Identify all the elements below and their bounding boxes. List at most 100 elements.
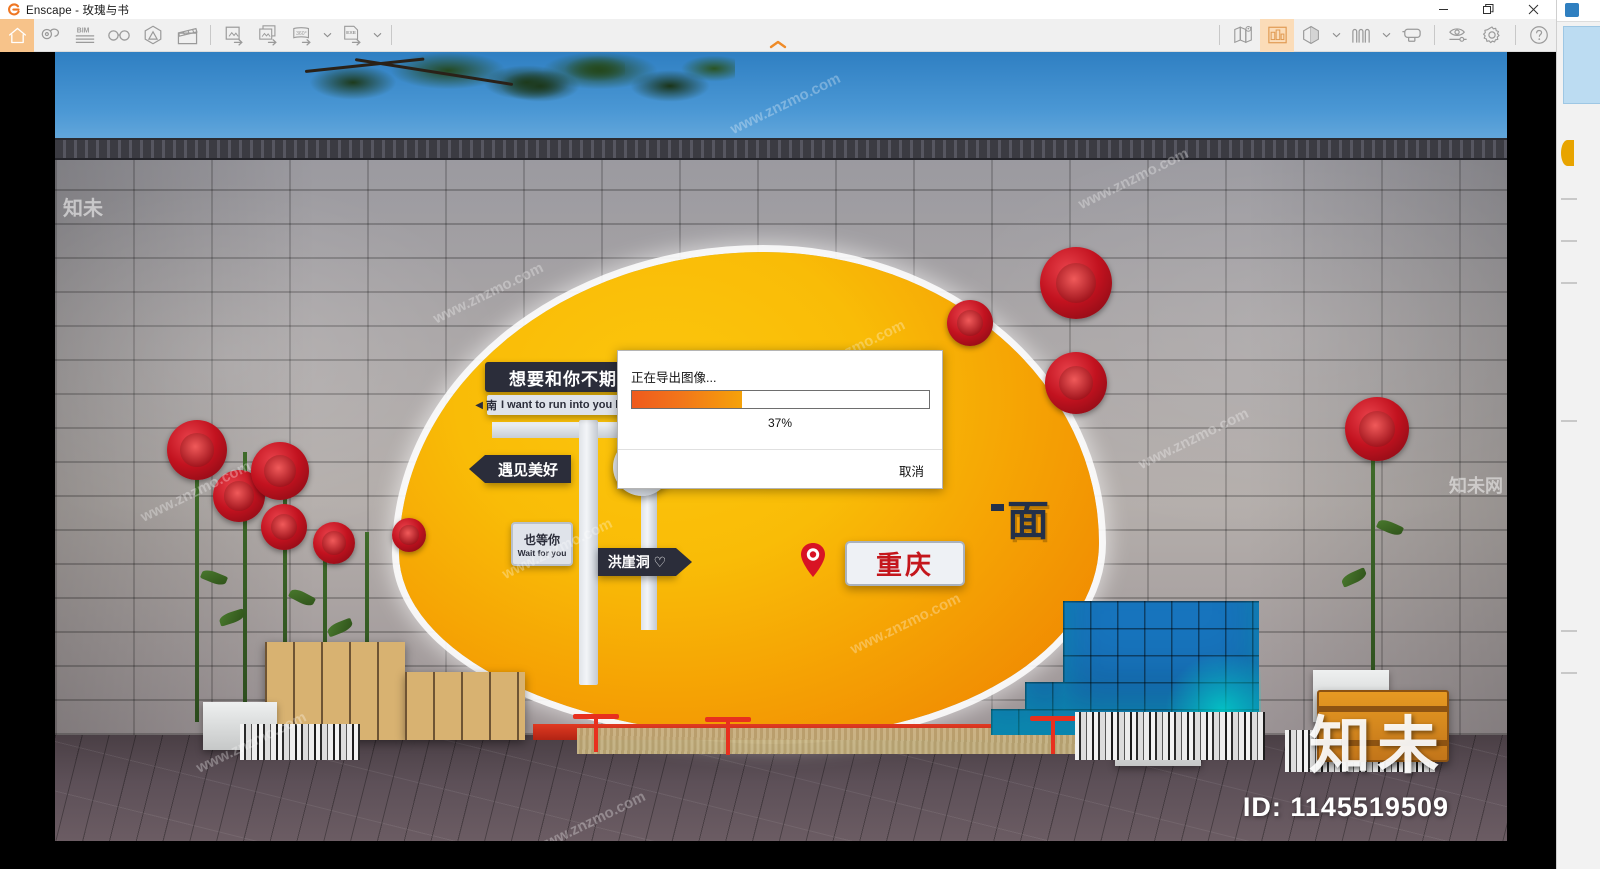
chevron-down-icon (1332, 32, 1340, 38)
rose-flower (313, 522, 355, 564)
export-360-icon: 360° (292, 27, 311, 46)
bim-icon: BIM (75, 27, 95, 43)
toolbar-home-button[interactable] (0, 18, 34, 52)
export-exe-icon: EXE (343, 25, 361, 46)
watermark-id: ID: 1145519509 (1242, 792, 1449, 822)
chevron-up-icon (769, 40, 787, 48)
toolbar-projection-button[interactable] (1344, 19, 1378, 52)
minimize-button[interactable] (1421, 0, 1466, 19)
watermark-brand: 知未 (1308, 712, 1445, 781)
export-image-icon (225, 26, 243, 46)
toolbar-separator (1515, 25, 1516, 45)
home-icon (8, 27, 26, 43)
rose-flower (392, 518, 426, 552)
book-stack (1075, 712, 1265, 760)
rose-flower (251, 442, 309, 500)
blue-tile-block (991, 709, 1027, 735)
vr-headset-icon (1401, 28, 1421, 42)
polygon-gem-icon (144, 25, 162, 45)
restore-icon (1483, 4, 1494, 14)
glasses-icon (108, 30, 130, 41)
signpost-column (579, 420, 598, 685)
help-circle-icon (1530, 26, 1548, 44)
background-window-sliver[interactable] (1556, 0, 1600, 869)
toolbar-bim-button[interactable]: BIM (68, 19, 102, 52)
toolbar-minimap-button[interactable] (1226, 19, 1260, 52)
toolbar-separator (210, 25, 211, 45)
rose-flower (947, 300, 993, 346)
sign-right-arrow: 洪崖洞 ♡ (598, 548, 692, 576)
progress-bar-fill (632, 391, 742, 408)
toolbar-panorama-export-button[interactable]: 360° (285, 19, 319, 52)
arrow-left-icon: ◀ (475, 399, 483, 411)
gear-icon (1482, 26, 1500, 44)
background-window-line (1561, 672, 1577, 674)
clapperboard-icon (177, 27, 198, 44)
background-window-line (1561, 240, 1577, 242)
toolbar-settings-button[interactable] (1475, 19, 1509, 52)
toolbar-separator (391, 25, 392, 45)
sign-wait-en: Wait for you (517, 547, 567, 558)
toolbar-collapse-button[interactable] (764, 37, 792, 51)
sign-wait-box: 也等你 Wait for you (511, 522, 573, 566)
toolbar-batch-export-button[interactable] (251, 19, 285, 52)
blue-tile-block (1025, 682, 1065, 735)
projection-caret[interactable] (1378, 19, 1394, 52)
toolbar-visual-settings-button[interactable] (1260, 18, 1294, 52)
toolbar-view-options-button[interactable] (1441, 19, 1475, 52)
tree-foliage (475, 52, 735, 114)
direction-south: 南 (485, 400, 497, 412)
chevron-down-icon (323, 32, 331, 38)
sign-wait-cn: 也等你 (523, 532, 560, 547)
toolbar-help-button[interactable] (1522, 19, 1556, 52)
rose-flower (1345, 397, 1409, 461)
svg-text:BIM: BIM (77, 27, 90, 34)
close-icon (1528, 4, 1539, 15)
background-window-titlebar (1557, 0, 1600, 22)
big-character: 面 (1007, 497, 1052, 544)
toolbar-asset-library-button[interactable] (136, 19, 170, 52)
export-progress-dialog: 正在导出图像... 37% 取消 (617, 350, 943, 489)
background-window-line (1561, 420, 1577, 422)
svg-text:360°: 360° (296, 31, 307, 37)
contrast-circle-icon (1303, 25, 1319, 45)
map-pin-icon (1233, 25, 1252, 44)
minimize-icon (1439, 9, 1448, 10)
restore-button[interactable] (1466, 0, 1511, 19)
enscape-logo-icon (7, 3, 20, 16)
chevron-down-icon (373, 32, 381, 38)
dialog-message: 正在导出图像... (631, 371, 717, 385)
background-window-line (1561, 282, 1577, 284)
window-title: Enscape - 玫瑰与书 (26, 4, 130, 17)
toolbar-separator (1219, 25, 1220, 45)
titlebar: Enscape - 玫瑰与书 (0, 0, 1556, 19)
dialog-separator (618, 449, 942, 450)
location-pin-icon (41, 28, 60, 40)
standalone-export-caret[interactable] (369, 19, 385, 52)
toolbar-video-editor-button[interactable] (170, 19, 204, 52)
cancel-button[interactable]: 取消 (895, 459, 928, 482)
background-window-line (1561, 198, 1577, 200)
toolbar-views-button[interactable] (34, 19, 68, 52)
toolbar-export-image-button[interactable] (217, 19, 251, 52)
enscape-window: Enscape - 玫瑰与书 BIM 360° EXE 想要和你不期而遇 ◀ 南… (0, 0, 1600, 869)
toolbar-standalone-export-button[interactable]: EXE (335, 19, 369, 52)
rendering-mode-caret[interactable] (1328, 19, 1344, 52)
rose-flower (167, 420, 227, 480)
toolbar-vr-headset-button[interactable] (1394, 19, 1428, 52)
rose-flower (1040, 247, 1112, 319)
progress-bar (631, 390, 930, 409)
close-button[interactable] (1511, 0, 1556, 19)
watermark-right: 知未网 (1449, 476, 1503, 496)
toolbar-separator (1434, 25, 1435, 45)
book-stack (240, 724, 360, 760)
book-shelf (405, 672, 525, 740)
wall-coping (55, 138, 1507, 160)
toolbar-rendering-mode-button[interactable] (1294, 19, 1328, 52)
toolbar-vr-preview-button[interactable] (102, 19, 136, 52)
settings-image-icon (1267, 26, 1287, 44)
export-batch-icon (258, 25, 277, 46)
panorama-export-caret[interactable] (319, 19, 335, 52)
big-char-dash (991, 504, 1004, 511)
city-plate: 重庆 (845, 541, 965, 586)
